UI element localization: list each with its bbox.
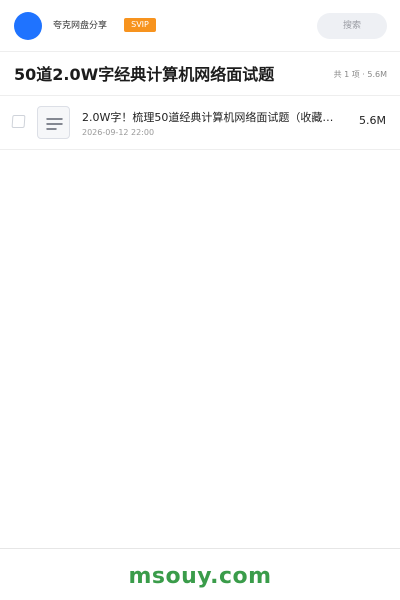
footer-watermark: msouy.com — [128, 564, 272, 589]
footer-bar: msouy.com — [0, 548, 400, 600]
file-date: 2026-09-12 22:00 — [82, 128, 155, 137]
file-list-item[interactable]: 2.0W字！梳理50道经典计算机网络面试题（收藏版）.pdf 2026-09-1… — [0, 97, 400, 150]
file-name: 2.0W字！梳理50道经典计算机网络面试题（收藏版）.pdf — [82, 111, 344, 124]
share-page: 夸克网盘分享 SVIP 50道2.0W字经典计算机网络面试题 共 1 项 · 5… — [0, 0, 400, 600]
select-checkbox[interactable] — [11, 115, 26, 128]
document-icon — [37, 106, 70, 139]
share-title-row: 50道2.0W字经典计算机网络面试题 共 1 项 · 5.6M — [0, 53, 400, 96]
header-bar: 夸克网盘分享 SVIP — [0, 0, 400, 52]
page-title: 50道2.0W字经典计算机网络面试题 — [14, 65, 275, 84]
item-summary: 共 1 项 · 5.6M — [333, 70, 387, 79]
file-size: 5.6M — [359, 114, 386, 127]
svip-badge: SVIP — [124, 18, 156, 32]
avatar[interactable] — [14, 12, 42, 40]
search-input[interactable] — [317, 13, 387, 39]
user-name: 夸克网盘分享 — [53, 21, 108, 31]
